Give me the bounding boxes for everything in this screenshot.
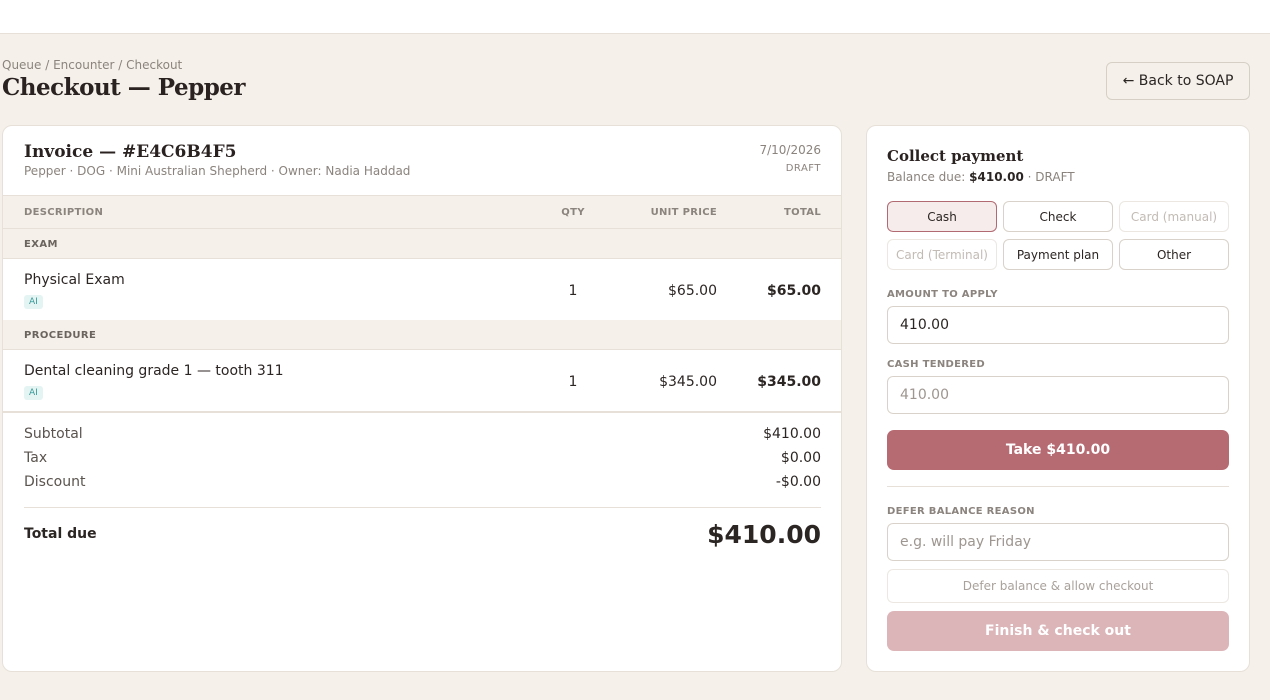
column-unit-price: UNIT PRICE bbox=[650, 207, 717, 218]
line-item-qty: 1 bbox=[568, 374, 578, 390]
breadcrumb: Queue / Encounter / Checkout bbox=[2, 58, 183, 72]
table-header: DESCRIPTION QTY UNIT PRICE TOTAL bbox=[3, 196, 841, 229]
balance-status: · DRAFT bbox=[1027, 170, 1075, 184]
balance-value: $410.00 bbox=[969, 170, 1024, 184]
invoice-patient-info: Pepper · DOG · Mini Australian Shepherd … bbox=[24, 164, 411, 178]
balance-label: Balance due: bbox=[887, 170, 966, 184]
ai-badge: AI bbox=[24, 386, 43, 400]
column-total: TOTAL bbox=[784, 207, 821, 218]
amount-label: AMOUNT TO APPLY bbox=[887, 289, 998, 300]
cash-tendered-label: CASH TENDERED bbox=[887, 359, 986, 370]
subtotal-value: $410.00 bbox=[763, 426, 821, 442]
page-title: Checkout — Pepper bbox=[2, 74, 246, 101]
method-payment-plan-button[interactable]: Payment plan bbox=[1003, 239, 1113, 270]
line-item-name: Dental cleaning grade 1 — tooth 311 bbox=[24, 363, 284, 379]
invoice-header: Invoice — #E4C6B4F5 Pepper · DOG · Mini … bbox=[3, 126, 841, 196]
section-header-exam: EXAM bbox=[3, 229, 841, 259]
payment-title: Collect payment bbox=[887, 147, 1024, 165]
column-description: DESCRIPTION bbox=[24, 207, 104, 218]
discount-line: Discount -$0.00 bbox=[24, 474, 821, 498]
method-card-terminal-button[interactable]: Card (Terminal) bbox=[887, 239, 997, 270]
payment-card: Collect payment Balance due: $410.00 · D… bbox=[866, 125, 1250, 672]
table-row[interactable]: Physical Exam AI 1 $65.00 $65.00 bbox=[3, 259, 841, 320]
line-item-unit-price: $65.00 bbox=[668, 283, 717, 299]
defer-balance-button[interactable]: Defer balance & allow checkout bbox=[887, 569, 1229, 603]
tax-label: Tax bbox=[24, 450, 48, 466]
line-item-total: $65.00 bbox=[766, 283, 821, 299]
method-check-button[interactable]: Check bbox=[1003, 201, 1113, 232]
finish-checkout-button[interactable]: Finish & check out bbox=[887, 611, 1229, 651]
tax-value: $0.00 bbox=[780, 450, 821, 466]
invoice-totals: Subtotal $410.00 Tax $0.00 Discount -$0.… bbox=[24, 426, 821, 560]
defer-reason-label: DEFER BALANCE REASON bbox=[887, 506, 1035, 517]
payment-divider bbox=[887, 486, 1229, 487]
payment-methods: Cash Check Card (manual) Card (Terminal)… bbox=[887, 201, 1229, 270]
line-item-name: Physical Exam bbox=[24, 272, 125, 288]
total-due-value: $410.00 bbox=[707, 519, 821, 549]
defer-reason-input[interactable] bbox=[887, 523, 1229, 561]
line-item-unit-price: $345.00 bbox=[659, 374, 717, 390]
subtotal-label: Subtotal bbox=[24, 426, 83, 442]
discount-value: -$0.00 bbox=[775, 474, 821, 490]
method-card-manual-button[interactable]: Card (manual) bbox=[1119, 201, 1229, 232]
tax-line: Tax $0.00 bbox=[24, 450, 821, 474]
column-qty: QTY bbox=[561, 207, 585, 218]
ai-badge: AI bbox=[24, 295, 43, 309]
subtotal-line: Subtotal $410.00 bbox=[24, 426, 821, 450]
amount-input[interactable] bbox=[887, 306, 1229, 344]
invoice-status-badge: DRAFT bbox=[785, 163, 821, 174]
total-due-line: Total due $410.00 bbox=[24, 508, 821, 560]
balance-due: Balance due: $410.00 · DRAFT bbox=[887, 170, 1075, 184]
section-label: EXAM bbox=[24, 239, 58, 250]
section-header-procedure: PROCEDURE bbox=[3, 320, 841, 350]
invoice-title: Invoice — #E4C6B4F5 bbox=[24, 142, 237, 162]
total-due-label: Total due bbox=[24, 526, 97, 542]
section-label: PROCEDURE bbox=[24, 330, 97, 341]
back-to-soap-button[interactable]: ← Back to SOAP bbox=[1106, 62, 1250, 100]
discount-label: Discount bbox=[24, 474, 86, 490]
top-bar bbox=[0, 0, 1270, 34]
line-item-qty: 1 bbox=[568, 283, 578, 299]
method-other-button[interactable]: Other bbox=[1119, 239, 1229, 270]
invoice-date: 7/10/2026 bbox=[759, 143, 821, 157]
take-payment-button[interactable]: Take $410.00 bbox=[887, 430, 1229, 470]
cash-tendered-input[interactable] bbox=[887, 376, 1229, 414]
line-item-total: $345.00 bbox=[757, 374, 821, 390]
invoice-card: Invoice — #E4C6B4F5 Pepper · DOG · Mini … bbox=[2, 125, 842, 672]
method-cash-button[interactable]: Cash bbox=[887, 201, 997, 232]
table-row[interactable]: Dental cleaning grade 1 — tooth 311 AI 1… bbox=[3, 350, 841, 413]
